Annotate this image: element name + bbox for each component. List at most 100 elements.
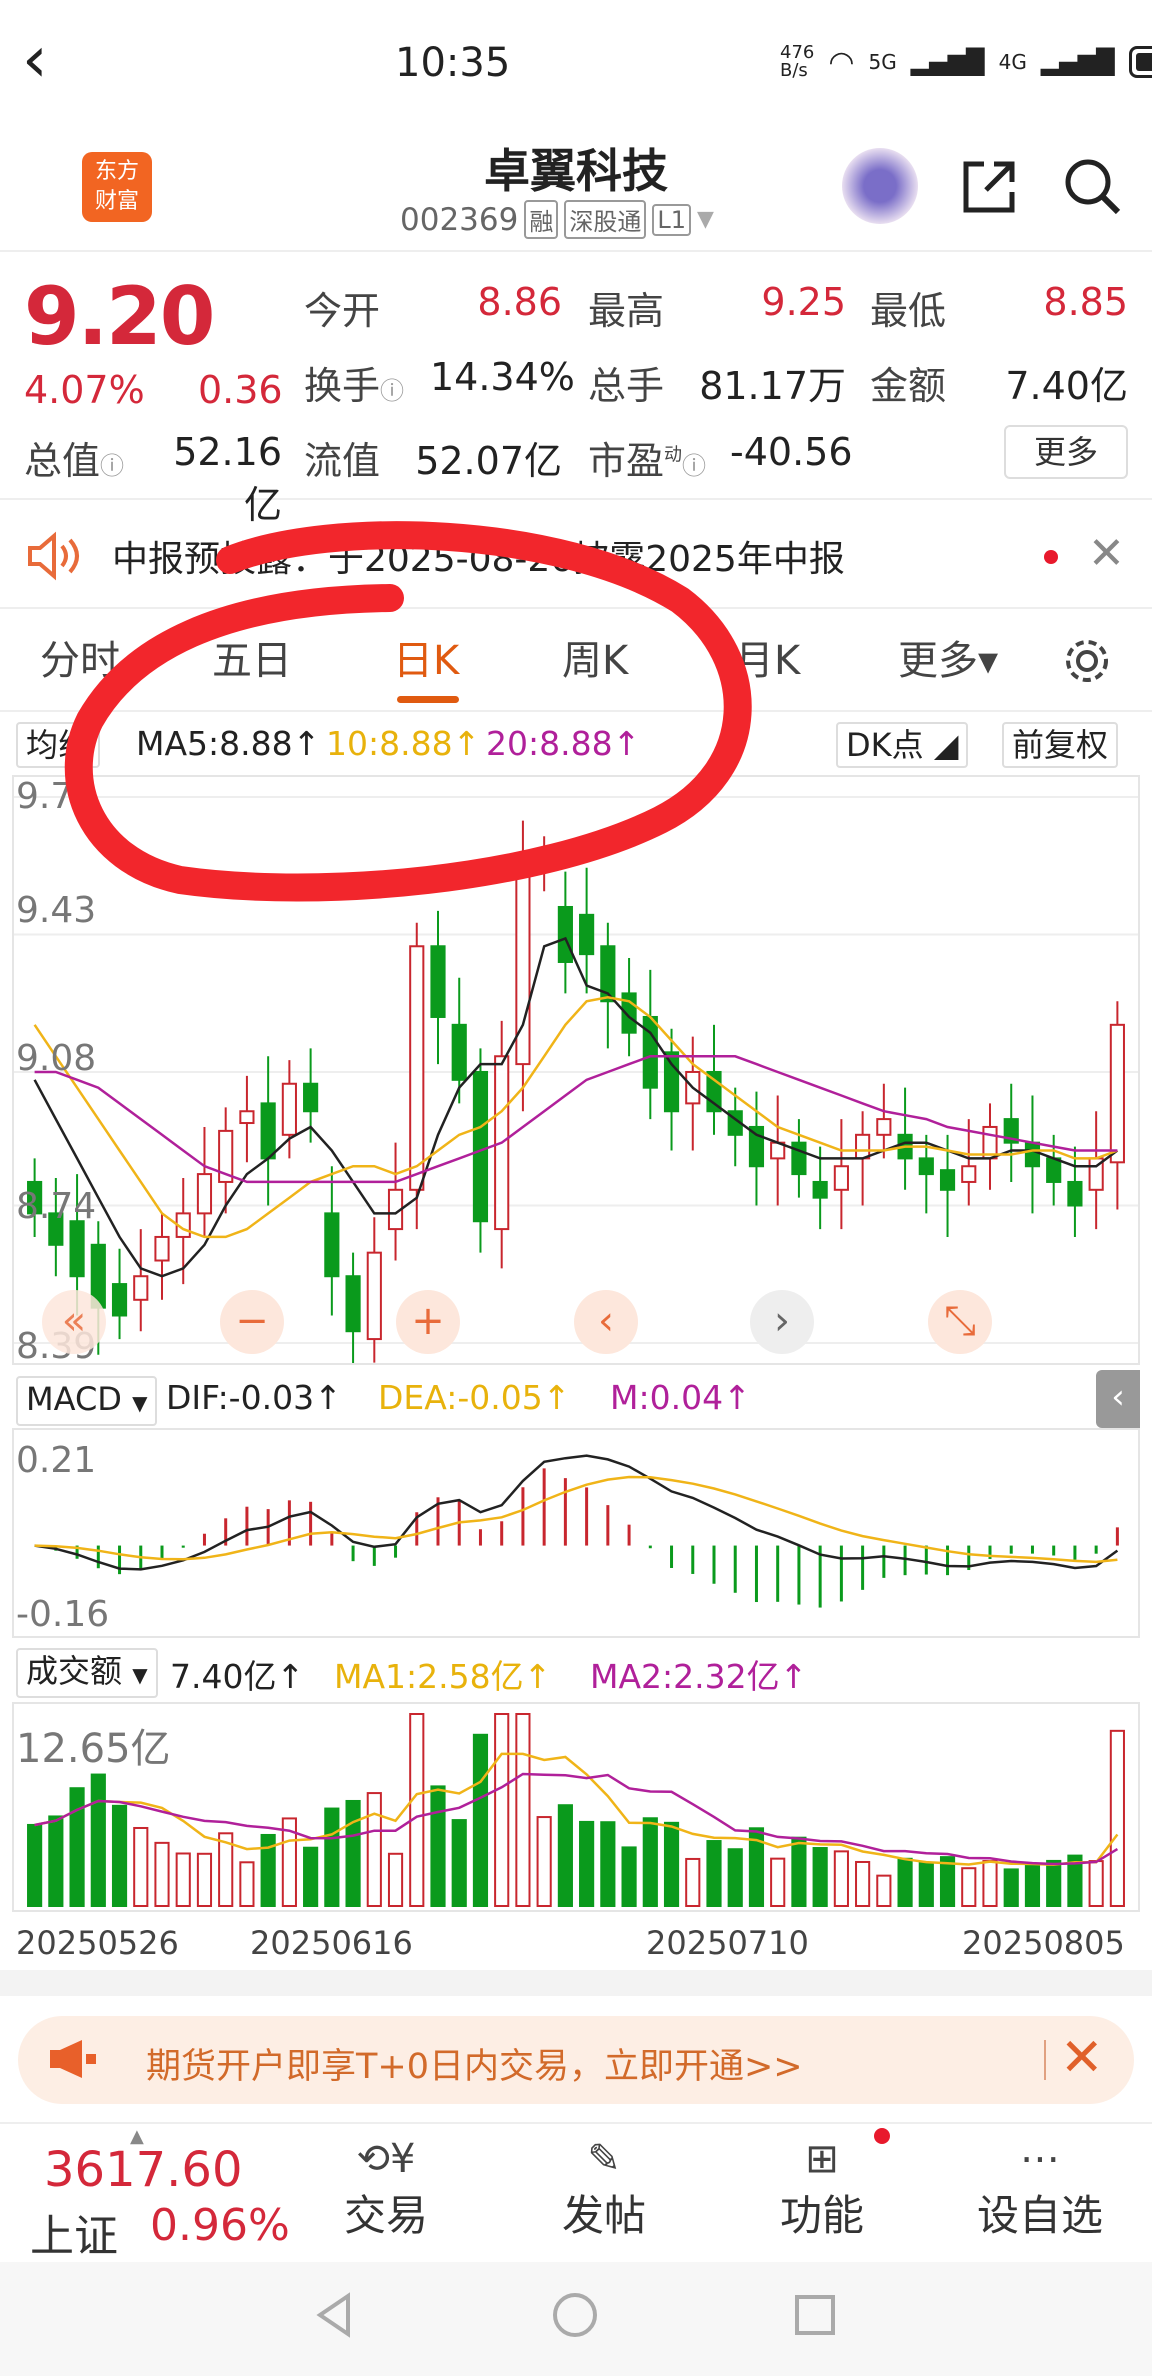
wifi-icon: ◠ — [828, 44, 855, 80]
tab-daily-k[interactable]: 日K — [393, 628, 459, 686]
function-button[interactable]: ⊞ 功能 — [762, 2136, 882, 2243]
tab-intraday[interactable]: 分时 — [40, 628, 120, 686]
candle — [366, 1251, 382, 1341]
signal-icon: ▂▄▆█ — [910, 48, 985, 76]
candle — [451, 1023, 467, 1081]
prev-button[interactable]: ‹ — [574, 1290, 638, 1354]
tab-more[interactable]: 更多▾ — [898, 628, 998, 686]
volume-bar — [642, 1817, 658, 1907]
candle — [133, 1275, 149, 1301]
volume-bar — [855, 1860, 871, 1908]
candle — [1067, 1180, 1083, 1207]
trade-label: 交易 — [343, 2191, 428, 2240]
volume-bar — [48, 1815, 64, 1907]
adjust-select[interactable]: 前复权 — [1002, 722, 1119, 768]
status-icons: 476 B/s ◠ 5G ▂▄▆█ 4G ▂▄▆█ — [780, 44, 1152, 80]
index-name[interactable]: 上证 — [30, 2200, 118, 2264]
pe-label[interactable]: 市盈动ⓘ — [588, 430, 706, 485]
volume-bar — [345, 1799, 361, 1907]
nav-back-icon[interactable] — [310, 2290, 360, 2340]
candle — [536, 858, 552, 869]
watchlist-label: 设自选 — [976, 2191, 1103, 2240]
tab-monthly-k[interactable]: 月K — [734, 628, 800, 686]
close-icon[interactable]: ✕ — [1060, 2028, 1104, 2088]
y-label: 9.08 — [16, 1038, 97, 1079]
info-icon: ⓘ — [380, 377, 405, 405]
share-icon[interactable] — [960, 158, 1018, 216]
close-icon[interactable]: ✕ — [1088, 528, 1125, 579]
vol-ma2-line — [34, 1772, 1119, 1866]
ma5-line — [33, 936, 1119, 1278]
rewind-button[interactable]: « — [42, 1290, 106, 1354]
fullscreen-icon[interactable]: ⤡ — [928, 1290, 992, 1354]
dropdown-icon: ▼ — [132, 1663, 148, 1687]
candle — [196, 1173, 213, 1215]
volume-chart[interactable] — [12, 1702, 1140, 1912]
candle — [324, 1212, 340, 1278]
ma10-value: 10:8.88↑ — [326, 724, 481, 763]
volume-bar — [557, 1804, 573, 1907]
dea-line — [34, 1475, 1118, 1564]
volume-value: 81.17万 — [699, 364, 846, 408]
pe-sup: 动 — [664, 444, 683, 466]
volume-bar — [1024, 1863, 1041, 1907]
zoom-in-button[interactable]: + — [396, 1290, 460, 1354]
back-button[interactable]: ‹ — [22, 28, 48, 92]
stock-code-row[interactable]: 002369 融 深股通 L1 ▼ — [400, 200, 714, 239]
index-value[interactable]: 3617.60 — [44, 2142, 243, 2198]
volume-bar — [494, 1713, 510, 1907]
volume-bar — [663, 1821, 680, 1907]
candle — [69, 1220, 85, 1278]
assistant-avatar[interactable] — [842, 148, 918, 224]
last-price: 9.20 — [24, 270, 215, 363]
ma-type-select[interactable]: 均线 — [16, 722, 101, 768]
turnover-label[interactable]: 换手ⓘ — [304, 355, 404, 410]
notice-text[interactable]: 中报预披露：于2025-08-26披露2025年中报 — [112, 530, 845, 582]
candle — [154, 1235, 170, 1262]
volume-bar — [770, 1857, 786, 1908]
more-button[interactable]: 更多 — [1004, 425, 1128, 479]
volume-bar — [515, 1713, 531, 1907]
active-tab-indicator — [397, 696, 459, 703]
kline-chart[interactable] — [12, 775, 1140, 1379]
candle — [918, 1157, 934, 1176]
tab-weekly-k[interactable]: 周K — [562, 628, 628, 686]
pe-label-text: 市盈 — [588, 439, 665, 483]
collapse-panel-button[interactable]: ‹ — [1096, 1370, 1140, 1428]
gear-icon[interactable] — [1060, 634, 1114, 688]
info-icon: ⓘ — [100, 452, 125, 480]
dk-point-select[interactable]: DK点 ◢ — [836, 722, 969, 768]
volume-bar — [239, 1861, 255, 1908]
ad-text[interactable]: 期货开户即享T+0日内交易，立即开通>> — [146, 2038, 803, 2089]
macd-select[interactable]: MACD ▼ — [16, 1376, 158, 1426]
turnover-label-text: 换手 — [304, 364, 381, 408]
ma5-value: MA5:8.88↑ — [136, 724, 321, 763]
mcap-label[interactable]: 总值ⓘ — [24, 430, 124, 485]
unread-dot — [1044, 550, 1058, 564]
trade-button[interactable]: ⟲¥ 交易 — [326, 2136, 446, 2243]
signal-icon: ▂▄▆█ — [1040, 48, 1115, 76]
volume-select[interactable]: 成交额 ▼ — [16, 1648, 158, 1698]
post-button[interactable]: ✎ 发帖 — [544, 2136, 664, 2243]
search-icon[interactable] — [1062, 156, 1122, 216]
add-watchlist-button[interactable]: ⋯ 设自选 — [970, 2136, 1110, 2243]
volume-bar — [451, 1819, 467, 1907]
nav-home-icon[interactable] — [550, 2290, 600, 2340]
macd-chart[interactable] — [12, 1428, 1140, 1638]
volume-bar — [196, 1852, 213, 1908]
volume-svg — [27, 1713, 1125, 1908]
change-pct: 4.07% — [24, 368, 145, 412]
volume-bar — [600, 1821, 616, 1907]
volume-bar — [791, 1836, 807, 1907]
nav-recent-icon[interactable] — [790, 2290, 840, 2340]
volume-bar — [706, 1840, 722, 1908]
volume-bar — [685, 1857, 701, 1908]
volume-bar — [1003, 1868, 1019, 1907]
ma-type-label: 均线 — [26, 726, 91, 764]
dropdown-icon: ▼ — [132, 1391, 148, 1415]
candle — [345, 1275, 361, 1333]
next-button[interactable]: › — [750, 1290, 814, 1354]
zoom-out-button[interactable]: − — [220, 1290, 284, 1354]
tab-five-day[interactable]: 五日 — [212, 628, 292, 686]
volume-bar — [154, 1841, 170, 1907]
